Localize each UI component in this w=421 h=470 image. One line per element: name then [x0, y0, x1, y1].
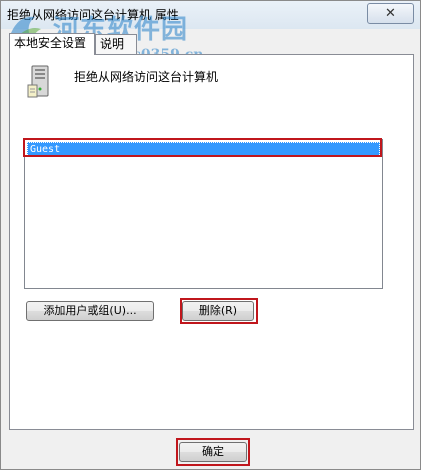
tab-local-security-setting[interactable]: 本地安全设置	[9, 33, 95, 55]
server-computer-icon	[27, 65, 49, 98]
remove-button[interactable]: 删除(R)	[182, 301, 254, 321]
window-title: 拒绝从网络访问这台计算机 属性	[7, 8, 179, 22]
list-item-guest[interactable]: Guest	[27, 142, 380, 157]
add-user-or-group-button[interactable]: 添加用户或组(U)...	[26, 301, 154, 321]
properties-dialog: 拒绝从网络访问这台计算机 属性 ✕ 河东软件园 www.pc0359.cn 本地…	[0, 0, 421, 470]
users-listbox[interactable]: Guest	[24, 139, 383, 289]
title-bar[interactable]: 拒绝从网络访问这台计算机 属性 ✕	[1, 1, 420, 29]
tab-panel-local-security-setting: 拒绝从网络访问这台计算机 Guest 添加用户或组(U)... 删除(R)	[9, 54, 414, 430]
ok-button[interactable]: 确定	[179, 442, 247, 462]
tab-explain[interactable]: 说明	[95, 34, 137, 54]
close-button[interactable]: ✕	[367, 3, 414, 24]
close-icon: ✕	[385, 6, 396, 21]
tab-label: 本地安全设置	[14, 36, 87, 50]
tab-label: 说明	[100, 37, 125, 51]
policy-name: 拒绝从网络访问这台计算机	[74, 70, 219, 84]
